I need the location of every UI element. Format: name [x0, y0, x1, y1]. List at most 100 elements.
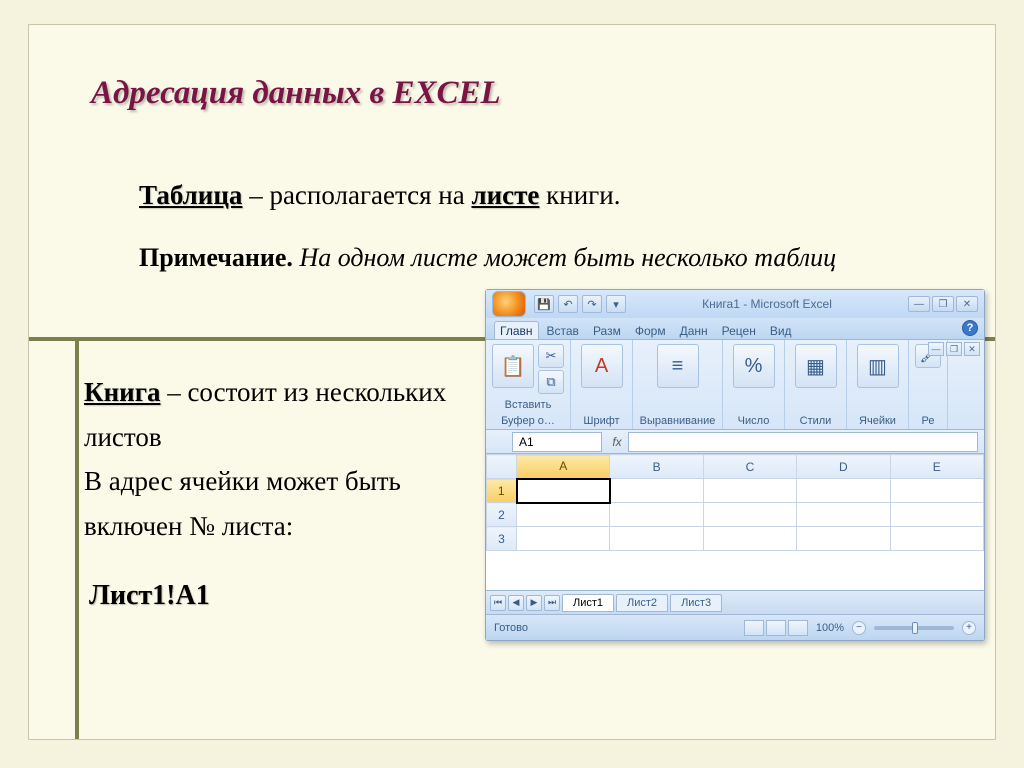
zoom-slider[interactable]	[874, 626, 954, 630]
cell[interactable]	[890, 527, 983, 551]
redo-icon[interactable]: ↷	[582, 295, 602, 313]
styles-icon[interactable]: ▦	[795, 344, 837, 388]
cell[interactable]	[797, 503, 890, 527]
mdi-minimize-icon[interactable]: —	[928, 342, 944, 356]
tab-review[interactable]: Рецен	[716, 321, 762, 339]
cell[interactable]	[610, 527, 703, 551]
undo-icon[interactable]: ↶	[558, 295, 578, 313]
col-header-c[interactable]: C	[703, 455, 796, 479]
view-normal-icon[interactable]	[744, 620, 764, 636]
tab-data[interactable]: Данн	[674, 321, 714, 339]
zoom-level: 100%	[816, 622, 844, 634]
sheet-tab-1[interactable]: Лист1	[562, 594, 614, 612]
row-header-2[interactable]: 2	[487, 503, 517, 527]
save-icon[interactable]: 💾	[534, 295, 554, 313]
group-number: % Число	[723, 340, 785, 429]
select-all-corner[interactable]	[487, 455, 517, 479]
word-book: Книга	[84, 377, 160, 407]
sheet-nav-last-icon[interactable]: ⏭	[544, 595, 560, 611]
sheet-nav-prev-icon[interactable]: ◀	[508, 595, 524, 611]
group-label-number: Число	[738, 415, 770, 427]
group-label-cells: Ячейки	[859, 415, 896, 427]
cell[interactable]	[703, 479, 796, 503]
col-header-a[interactable]: A	[517, 455, 610, 479]
col-header-d[interactable]: D	[797, 455, 890, 479]
cut-icon[interactable]: ✂	[538, 344, 564, 368]
group-label-alignment: Выравнивание	[640, 415, 716, 427]
paragraph-note: Примечание. На одном листе может быть не…	[139, 240, 919, 275]
mdi-restore-icon[interactable]: ❐	[946, 342, 962, 356]
formula-bar-row: A1 fx	[486, 430, 984, 454]
row-header-1[interactable]: 1	[487, 479, 517, 503]
mdi-close-icon[interactable]: ✕	[964, 342, 980, 356]
font-icon[interactable]: A	[581, 344, 623, 388]
paste-button[interactable]: 📋	[492, 344, 534, 388]
sheet-nav-next-icon[interactable]: ▶	[526, 595, 542, 611]
group-label-font: Шрифт	[583, 415, 619, 427]
sheet-tab-3[interactable]: Лист3	[670, 594, 722, 612]
minimize-icon[interactable]: —	[908, 296, 930, 312]
paragraph-table: Таблица – располагается на листе книги.	[139, 180, 620, 211]
note-text: На одном листе может быть несколько табл…	[293, 243, 836, 272]
view-page-break-icon[interactable]	[788, 620, 808, 636]
copy-icon[interactable]: ⧉	[538, 370, 564, 394]
office-button[interactable]	[492, 291, 526, 317]
tab-view[interactable]: Вид	[764, 321, 798, 339]
cell[interactable]	[610, 503, 703, 527]
group-label-editing: Ре	[922, 415, 935, 427]
cells-icon[interactable]: ▥	[857, 344, 899, 388]
name-box[interactable]: A1	[512, 432, 602, 452]
group-label-clipboard: Буфер о…	[501, 415, 555, 427]
sheet-nav-first-icon[interactable]: ⏮	[490, 595, 506, 611]
align-icon[interactable]: ≡	[657, 344, 699, 388]
status-ready: Готово	[494, 622, 528, 634]
fx-icon[interactable]: fx	[606, 435, 628, 449]
cell[interactable]	[517, 527, 610, 551]
cell[interactable]	[890, 479, 983, 503]
worksheet-grid[interactable]: A B C D E 1 2	[486, 454, 984, 590]
text: В адрес ячейки может быть включен № лист…	[84, 466, 401, 541]
qat-dropdown-icon[interactable]: ▾	[606, 295, 626, 313]
cell-a1[interactable]	[517, 479, 610, 503]
word-sheet: листе	[471, 180, 539, 210]
group-cells: ▥ Ячейки	[847, 340, 909, 429]
maximize-icon[interactable]: ❐	[932, 296, 954, 312]
tab-insert[interactable]: Встав	[541, 321, 585, 339]
titlebar: 💾 ↶ ↷ ▾ Книга1 - Microsoft Excel — ❐ ✕	[486, 290, 984, 318]
tab-home[interactable]: Главн	[494, 321, 539, 339]
excel-window: 💾 ↶ ↷ ▾ Книга1 - Microsoft Excel — ❐ ✕ Г…	[485, 289, 985, 641]
cell[interactable]	[610, 479, 703, 503]
group-font: A Шрифт	[571, 340, 633, 429]
row-header-3[interactable]: 3	[487, 527, 517, 551]
formula-bar[interactable]	[628, 432, 978, 452]
zoom-thumb[interactable]	[912, 622, 918, 634]
cell[interactable]	[890, 503, 983, 527]
number-icon[interactable]: %	[733, 344, 775, 388]
sheet-tab-bar: ⏮ ◀ ▶ ⏭ Лист1 Лист2 Лист3	[486, 590, 984, 614]
text: книги.	[539, 180, 620, 210]
slide-title: Адресация данных в EXCEL	[91, 75, 501, 112]
zoom-in-icon[interactable]: +	[962, 621, 976, 635]
sheet-tab-2[interactable]: Лист2	[616, 594, 668, 612]
cell[interactable]	[703, 503, 796, 527]
tab-layout[interactable]: Разм	[587, 321, 627, 339]
mdi-buttons: — ❐ ✕	[928, 342, 980, 356]
window-buttons: — ❐ ✕	[908, 296, 978, 312]
close-icon[interactable]: ✕	[956, 296, 978, 312]
group-styles: ▦ Стили	[785, 340, 847, 429]
zoom-out-icon[interactable]: −	[852, 621, 866, 635]
ribbon-tabs: Главн Встав Разм Форм Данн Рецен Вид	[486, 318, 984, 340]
view-page-layout-icon[interactable]	[766, 620, 786, 636]
divider-vertical	[75, 337, 79, 739]
text: – располагается на	[242, 180, 471, 210]
tab-formulas[interactable]: Форм	[629, 321, 672, 339]
cell[interactable]	[517, 503, 610, 527]
slide-frame: Адресация данных в EXCEL Таблица – распо…	[28, 24, 996, 740]
cell[interactable]	[703, 527, 796, 551]
help-icon[interactable]: ?	[962, 320, 978, 336]
col-header-b[interactable]: B	[610, 455, 703, 479]
cell[interactable]	[797, 527, 890, 551]
group-clipboard: 📋 ✂ ⧉ Вставить Буфер о…	[486, 340, 571, 429]
col-header-e[interactable]: E	[890, 455, 983, 479]
cell[interactable]	[797, 479, 890, 503]
